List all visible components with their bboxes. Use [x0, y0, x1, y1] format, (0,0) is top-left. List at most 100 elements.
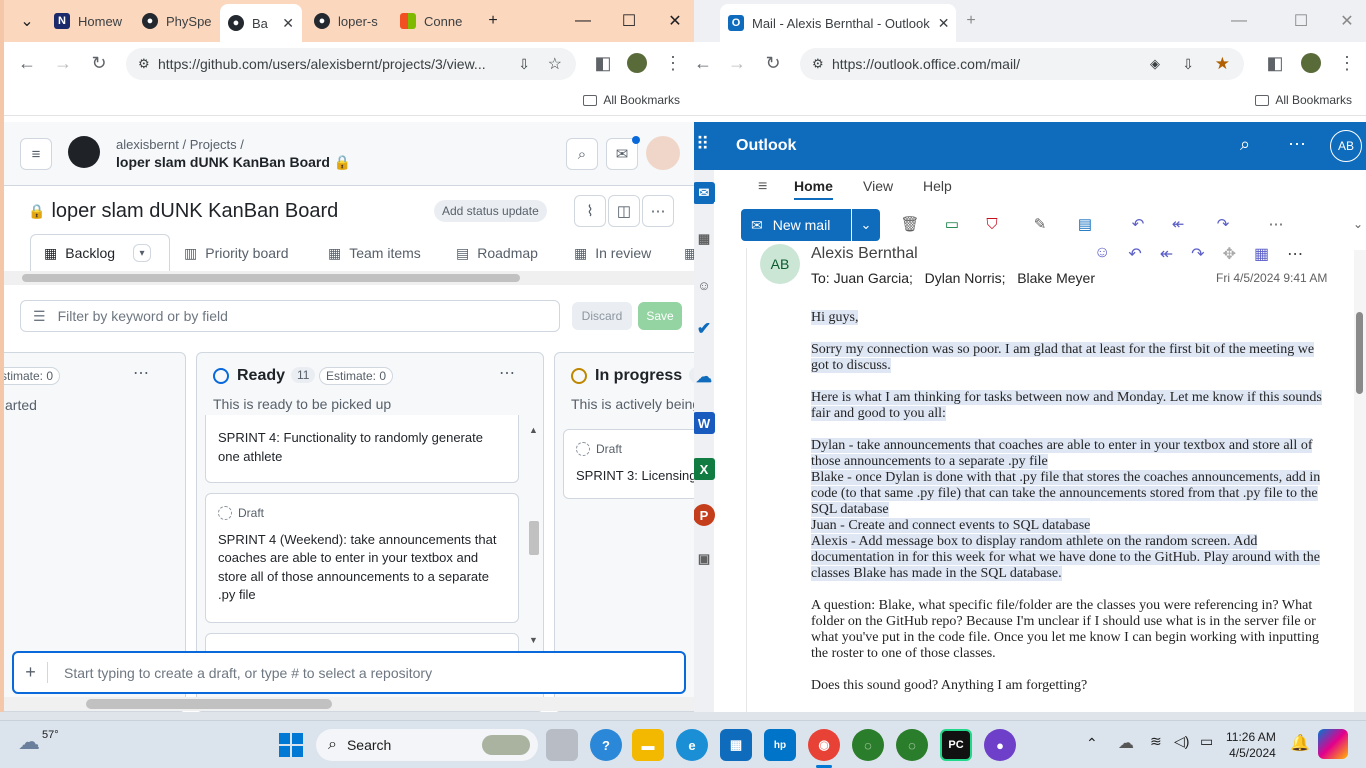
scrollbar-thumb[interactable]	[22, 274, 520, 282]
tab-view[interactable]: View	[863, 178, 893, 194]
app-green-icon[interactable]: ◌	[852, 729, 884, 761]
site-info-icon[interactable]: ⚙	[138, 56, 150, 72]
close-window-button[interactable]: ✕	[662, 8, 688, 34]
sidepanel-icon[interactable]: ◧	[590, 50, 616, 76]
task-view-icon[interactable]	[546, 729, 578, 761]
powerpoint-icon[interactable]: P	[694, 504, 715, 526]
sender-avatar[interactable]: AB	[760, 244, 800, 284]
store-icon[interactable]: ▦	[720, 729, 752, 761]
taskbar-search[interactable]: ⌕ Search	[316, 729, 538, 761]
search-icon[interactable]: ⌕	[1240, 134, 1250, 155]
tab-connect[interactable]: Conne	[392, 6, 474, 36]
maximize-button[interactable]: ☐	[1288, 8, 1314, 34]
clock[interactable]: 11:26 AM 4/5/2024	[1226, 729, 1276, 761]
github-logo-icon[interactable]	[68, 136, 100, 168]
back-button[interactable]: ←	[14, 50, 40, 76]
more-options-icon[interactable]: ⋯	[1288, 134, 1306, 155]
tab-physpe[interactable]: ● PhySpe	[134, 6, 216, 36]
more-options-icon[interactable]: ⋯	[642, 195, 674, 227]
word-icon[interactable]: W	[694, 412, 715, 434]
view-options-chevron-icon[interactable]: ▾	[133, 244, 152, 262]
notification-bell-icon[interactable]: 🔔	[1290, 733, 1310, 753]
back-button[interactable]: ←	[694, 50, 716, 76]
close-window-button[interactable]: ✕	[1334, 8, 1360, 34]
column-menu-icon[interactable]: ⋯	[499, 363, 515, 383]
card-item[interactable]: Draft SPRINT 3: Licensing	[563, 429, 694, 499]
all-bookmarks[interactable]: All Bookmarks	[1255, 93, 1352, 107]
reload-button[interactable]: ↻	[86, 50, 112, 76]
people-icon[interactable]: ☺	[694, 274, 715, 296]
forward-button[interactable]: →	[724, 50, 750, 76]
reply-icon[interactable]: ↶	[1128, 244, 1141, 264]
tab-team-items[interactable]: ▦ Team items	[328, 236, 421, 270]
sender-name[interactable]: Alexis Bernthal	[811, 245, 918, 263]
tab-board-active[interactable]: ● Ba ✕	[220, 4, 302, 42]
show-hidden-icons[interactable]: ⌃	[1086, 735, 1098, 752]
start-button[interactable]	[275, 729, 307, 761]
user-avatar[interactable]	[646, 136, 680, 170]
todo-icon[interactable]: ✔	[694, 318, 715, 340]
tab-help[interactable]: Help	[923, 178, 952, 194]
more-options-icon[interactable]: ⋯	[1287, 244, 1303, 264]
extension-icon[interactable]: ◈	[1150, 56, 1160, 72]
forward-icon[interactable]: ↷	[1206, 202, 1240, 246]
recipients[interactable]: Juan Garcia; Dylan Norris; Blake Meyer	[834, 270, 1095, 286]
add-status-update-button[interactable]: Add status update	[434, 200, 547, 222]
reply-all-icon[interactable]: ↞	[1160, 244, 1173, 264]
tab-search-button[interactable]: ⌄	[14, 8, 40, 34]
new-mail-button[interactable]: ✉ New mail	[741, 209, 851, 241]
views-scrollbar[interactable]	[4, 271, 694, 285]
calendar-icon[interactable]: ▦	[694, 228, 715, 250]
tab-homework[interactable]: N Homew	[46, 6, 128, 36]
ribbon-collapse-icon[interactable]: ⌄	[1350, 202, 1366, 246]
browser-menu-icon[interactable]: ⋮	[660, 50, 686, 76]
card-item[interactable]: Draft SPRINT 4 (Weekend): take announcem…	[205, 493, 519, 623]
maximize-button[interactable]: ☐	[616, 8, 642, 34]
breadcrumb-project[interactable]: loper slam dUNK KanBan Board 🔒	[116, 154, 351, 171]
filter-input[interactable]: ☰ Filter by keyword or by field	[20, 300, 560, 332]
profile-avatar[interactable]	[624, 50, 650, 76]
add-item-input[interactable]: + Start typing to create a draft, or typ…	[12, 651, 686, 694]
battery-icon[interactable]: ▭	[1200, 733, 1213, 750]
tab-backlog[interactable]: ▦ Backlog ▾	[44, 236, 152, 270]
scrollbar-thumb[interactable]	[1356, 312, 1363, 394]
hamburger-menu-icon[interactable]: ≡	[20, 138, 52, 170]
discard-button[interactable]: Discard	[572, 302, 632, 330]
emoji-react-icon[interactable]: ☺	[1094, 244, 1110, 264]
tab-roadmap[interactable]: ▤ Roadmap	[456, 236, 538, 270]
column-menu-icon[interactable]: ⋯	[133, 363, 149, 383]
hamburger-menu-icon[interactable]: ≡	[758, 178, 767, 196]
app-green-2-icon[interactable]: ◌	[896, 729, 928, 761]
new-tab-button[interactable]: +	[480, 8, 506, 34]
forward-button[interactable]: →	[50, 50, 76, 76]
move-to-icon[interactable]: ▤	[1068, 202, 1102, 246]
pycharm-icon[interactable]: PC	[940, 729, 972, 761]
reply-icon[interactable]: ↶	[1126, 202, 1150, 246]
report-icon[interactable]: ⛉	[980, 202, 1004, 246]
profile-avatar[interactable]	[1298, 50, 1324, 76]
side-panel-toggle-icon[interactable]: ◫	[608, 195, 640, 227]
sweep-icon[interactable]: ✎	[1028, 202, 1052, 246]
chrome-icon[interactable]: ◉	[808, 729, 840, 761]
sidepanel-icon[interactable]: ◧	[1262, 50, 1288, 76]
address-bar[interactable]: ⚙ https://github.com/users/alexisbernt/p…	[126, 48, 576, 80]
add-icon[interactable]: +	[14, 662, 48, 683]
teams-icon[interactable]: ✥	[1223, 244, 1236, 264]
mail-icon[interactable]: ✉	[694, 182, 715, 204]
onedrive-tray-icon[interactable]: ☁	[1118, 733, 1134, 753]
scroll-up-icon[interactable]: ▲	[529, 425, 538, 435]
minimize-button[interactable]: —	[1226, 8, 1252, 34]
new-tab-button[interactable]: +	[958, 8, 984, 34]
tab-loper[interactable]: ● loper-s	[306, 6, 388, 36]
close-tab-icon[interactable]: ✕	[282, 15, 294, 32]
install-app-icon[interactable]: ⇩	[1182, 56, 1194, 73]
tab-outlook-active[interactable]: O Mail - Alexis Bernthal - Outlook ✕	[720, 4, 956, 42]
tab-home[interactable]: Home	[794, 178, 833, 200]
bookmark-star-icon[interactable]: ☆	[548, 54, 562, 74]
help-icon[interactable]: ?	[590, 729, 622, 761]
scrollbar-thumb[interactable]	[86, 699, 332, 709]
search-icon[interactable]: ⌕	[566, 138, 598, 170]
tab-in-review[interactable]: ▦ In review	[574, 236, 651, 270]
wifi-icon[interactable]: ≋	[1150, 733, 1162, 750]
insights-icon[interactable]: ⌇	[574, 195, 606, 227]
